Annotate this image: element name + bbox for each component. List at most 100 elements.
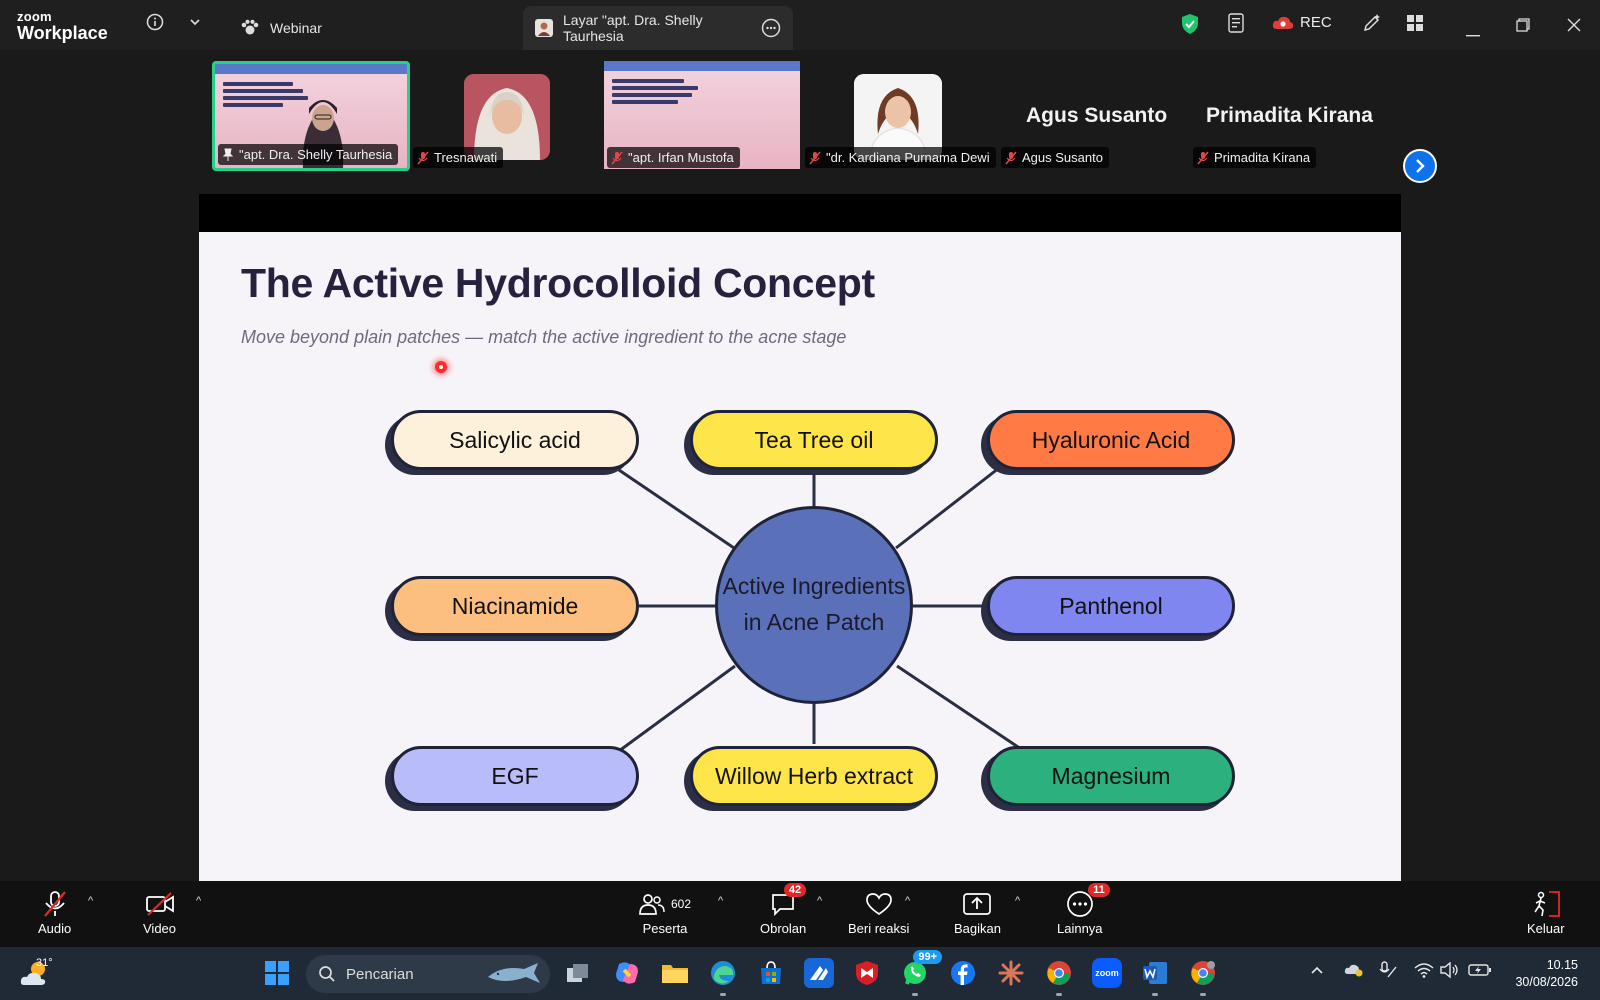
share-options-caret[interactable]: ^ (1015, 895, 1020, 907)
ingredient-pill: Panthenol (987, 576, 1235, 636)
file-explorer-icon[interactable] (660, 958, 690, 988)
participant-tile-speaker[interactable]: "apt. Dra. Shelly Taurhesia (212, 61, 410, 171)
participant-label: Agus Susanto (1001, 147, 1109, 168)
onedrive-warning-icon[interactable] (1344, 961, 1364, 980)
taskbar-search[interactable]: Pencarian (306, 955, 550, 993)
whatsapp-badge: 99+ (913, 950, 942, 964)
ingredient-pill: Willow Herb extract (690, 746, 938, 806)
connector-line (895, 466, 1000, 550)
chevron-right-icon (1413, 158, 1427, 174)
ingredient-pill: Niacinamide (391, 576, 639, 636)
tab-shared-screen[interactable]: Layar "apt. Dra. Shelly Taurhesia (523, 6, 793, 50)
participant-name-display: Primadita Kirana (1206, 104, 1373, 127)
restore-icon[interactable] (1516, 18, 1530, 37)
participants-button[interactable]: 602 Peserta (639, 889, 691, 936)
shared-slide: The Active Hydrocolloid Concept Move bey… (199, 232, 1401, 881)
claude-icon[interactable] (996, 958, 1026, 988)
chevron-down-icon[interactable] (188, 15, 202, 34)
participant-tile[interactable]: Primadita Kirana Primadita Kirana (1190, 61, 1390, 171)
audio-options-caret[interactable]: ^ (88, 895, 93, 907)
zoom-taskbar-icon[interactable]: zoom (1092, 958, 1122, 988)
participant-label: "dr. Kardiana Purnama Dewi (805, 147, 996, 168)
weather-temperature: 31° (36, 957, 53, 969)
participant-tile[interactable]: Tresnawati (410, 61, 590, 171)
mic-in-use-icon[interactable] (1378, 961, 1398, 982)
apps-grid-icon[interactable] (1406, 14, 1424, 37)
windows-logo-icon (264, 960, 290, 986)
mcafee-icon[interactable] (852, 958, 882, 988)
whatsapp-icon[interactable]: 99+ (900, 950, 942, 996)
transcript-icon[interactable] (1227, 12, 1247, 39)
leave-door-icon (1531, 889, 1561, 919)
zoom-logo-icon: zoom (1095, 968, 1119, 978)
chat-button[interactable]: 42 Obrolan (760, 883, 806, 936)
participants-paw-icon (240, 19, 260, 37)
zoom-workplace-logo: zoom Workplace (17, 10, 108, 42)
chat-options-caret[interactable]: ^ (817, 895, 822, 907)
word-icon[interactable] (1140, 958, 1170, 996)
connector-line (618, 468, 735, 550)
security-shield-icon[interactable] (1180, 13, 1200, 40)
battery-charging-icon[interactable] (1468, 963, 1492, 980)
tab-webinar[interactable]: Webinar (240, 6, 322, 50)
mic-muted-icon (1197, 151, 1209, 165)
mic-muted-icon (417, 151, 429, 165)
ingredient-pill: Salicylic acid (391, 410, 639, 470)
video-options-caret[interactable]: ^ (196, 895, 201, 907)
microsoft-store-icon[interactable] (756, 958, 786, 988)
chrome-profile-icon[interactable] (1188, 958, 1218, 996)
ingredient-pill: EGF (391, 746, 639, 806)
participant-tile[interactable]: Agus Susanto Agus Susanto (998, 61, 1190, 171)
search-icon (318, 965, 336, 983)
facebook-icon[interactable] (948, 958, 978, 988)
tab-shared-screen-label: Layar "apt. Dra. Shelly Taurhesia (563, 12, 703, 44)
reactions-options-caret[interactable]: ^ (905, 895, 910, 907)
connector-line (618, 664, 736, 753)
participants-count: 602 (671, 897, 692, 911)
power-automate-icon[interactable] (804, 958, 834, 988)
participant-label: Primadita Kirana (1193, 147, 1317, 168)
start-button[interactable] (262, 958, 292, 988)
more-button[interactable]: 11 Lainnya (1057, 883, 1110, 936)
reactions-button[interactable]: Beri reaksi (848, 889, 909, 936)
video-button[interactable]: Video (143, 889, 176, 936)
hub-line2: in Acne Patch (743, 609, 885, 635)
copilot-icon[interactable] (612, 958, 642, 988)
ingredient-pill: Tea Tree oil (690, 410, 938, 470)
participant-tile[interactable]: "apt. Irfan Mustofa (604, 61, 800, 171)
gallery-next-button[interactable] (1403, 149, 1437, 183)
audio-button[interactable]: Audio (38, 889, 71, 936)
system-clock[interactable]: 10.15 30/08/2026 (1504, 957, 1578, 991)
chat-badge: 42 (783, 883, 807, 897)
volume-icon[interactable] (1440, 961, 1460, 981)
participant-label: Tresnawati (413, 147, 504, 168)
video-off-icon (145, 889, 175, 919)
brand-line2: Workplace (17, 23, 108, 43)
edge-icon[interactable] (708, 958, 738, 996)
annotate-pen-icon[interactable] (1362, 13, 1382, 38)
search-placeholder: Pencarian (346, 965, 414, 983)
heart-icon (865, 889, 893, 919)
info-icon[interactable] (146, 13, 164, 36)
participant-tile[interactable]: "dr. Kardiana Purnama Dewi (802, 61, 998, 171)
tab-webinar-label: Webinar (270, 20, 322, 36)
meeting-controls: Audio ^ Video ^ 602 Peserta ^ 42 Obrolan… (0, 881, 1600, 947)
task-view-icon[interactable] (563, 958, 593, 988)
minimize-icon[interactable] (1466, 24, 1480, 42)
presenter-avatar-icon (535, 19, 553, 37)
participants-options-caret[interactable]: ^ (718, 895, 723, 907)
wifi-icon[interactable] (1414, 962, 1434, 981)
connector-line (896, 664, 1025, 753)
recording-indicator[interactable]: REC (1272, 14, 1332, 31)
pin-icon (222, 148, 234, 162)
chrome-icon[interactable] (1044, 958, 1074, 996)
close-icon[interactable] (1567, 18, 1581, 37)
more-badge: 11 (1088, 883, 1110, 897)
share-button[interactable]: Bagikan (954, 889, 1001, 936)
participant-label: "apt. Dra. Shelly Taurhesia (218, 144, 399, 165)
participant-label: "apt. Irfan Mustofa (607, 147, 740, 168)
more-options-icon[interactable] (761, 18, 781, 38)
mic-muted-icon (41, 889, 69, 919)
leave-button[interactable]: Keluar (1527, 889, 1565, 936)
show-hidden-icons-chevron-icon[interactable] (1310, 963, 1324, 980)
